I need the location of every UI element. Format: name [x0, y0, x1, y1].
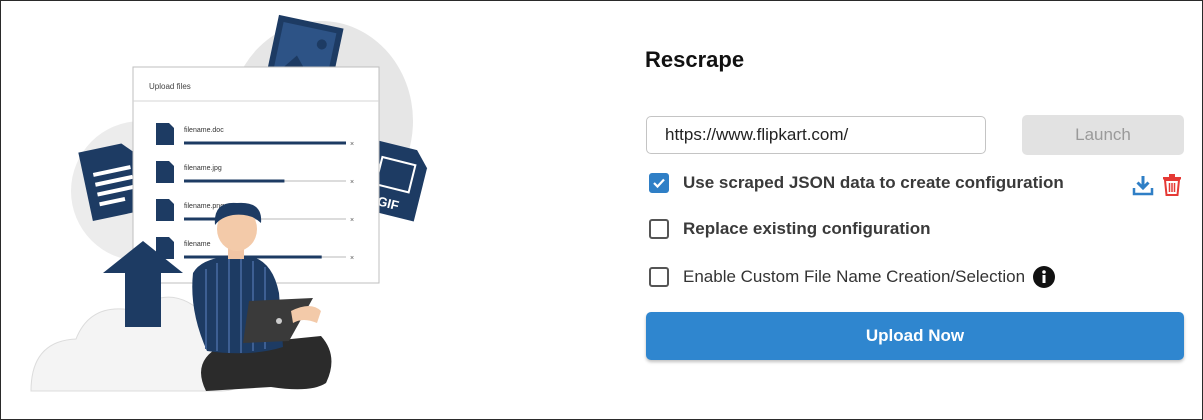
checkbox-checked[interactable]	[649, 173, 669, 193]
json-actions	[1131, 173, 1183, 197]
file-name: filename	[184, 241, 211, 248]
launch-button[interactable]: Launch	[1022, 115, 1184, 155]
rescrape-dialog: GIF Upload files filename.doc × filename.j…	[0, 0, 1203, 420]
file-icon	[156, 199, 174, 221]
option-custom-file-name[interactable]: Enable Custom File Name Creation/Selecti…	[649, 266, 1056, 288]
close-icon: ×	[350, 217, 354, 224]
progress-fill	[184, 179, 285, 183]
panel-title: Rescrape	[645, 47, 745, 72]
close-icon: ×	[350, 179, 354, 186]
close-icon: ×	[350, 141, 354, 148]
checkbox-unchecked[interactable]	[649, 267, 669, 287]
progress-fill	[184, 217, 220, 221]
option-label: Replace existing configuration	[683, 219, 931, 238]
checkbox-unchecked[interactable]	[649, 219, 669, 239]
file-name: filename.png	[184, 203, 224, 210]
url-input[interactable]	[646, 116, 986, 154]
option-label: Enable Custom File Name Creation/Selecti…	[683, 267, 1026, 286]
upload-now-button[interactable]: Upload Now	[646, 312, 1184, 360]
file-name: filename.jpg	[184, 165, 222, 172]
option-use-scraped-json[interactable]: Use scraped JSON data to create configur…	[649, 173, 1064, 193]
check-icon	[653, 178, 665, 189]
option-label: Use scraped JSON data to create configur…	[683, 173, 1064, 192]
close-icon: ×	[350, 255, 354, 262]
file-icon	[156, 161, 174, 183]
upload-window-title: Upload files	[149, 82, 191, 91]
option-replace-existing[interactable]: Replace existing configuration	[649, 219, 931, 239]
info-icon[interactable]	[1033, 266, 1056, 288]
file-name: filename.doc	[184, 127, 224, 134]
file-icon	[156, 123, 174, 145]
download-icon[interactable]	[1131, 173, 1155, 197]
progress-fill	[184, 141, 346, 145]
delete-icon[interactable]	[1161, 173, 1183, 197]
rescrape-panel: Rescrape Launch Use scraped JSON data to…	[645, 1, 1185, 419]
upload-illustration: GIF Upload files filename.doc×filename.j…	[30, 14, 428, 392]
